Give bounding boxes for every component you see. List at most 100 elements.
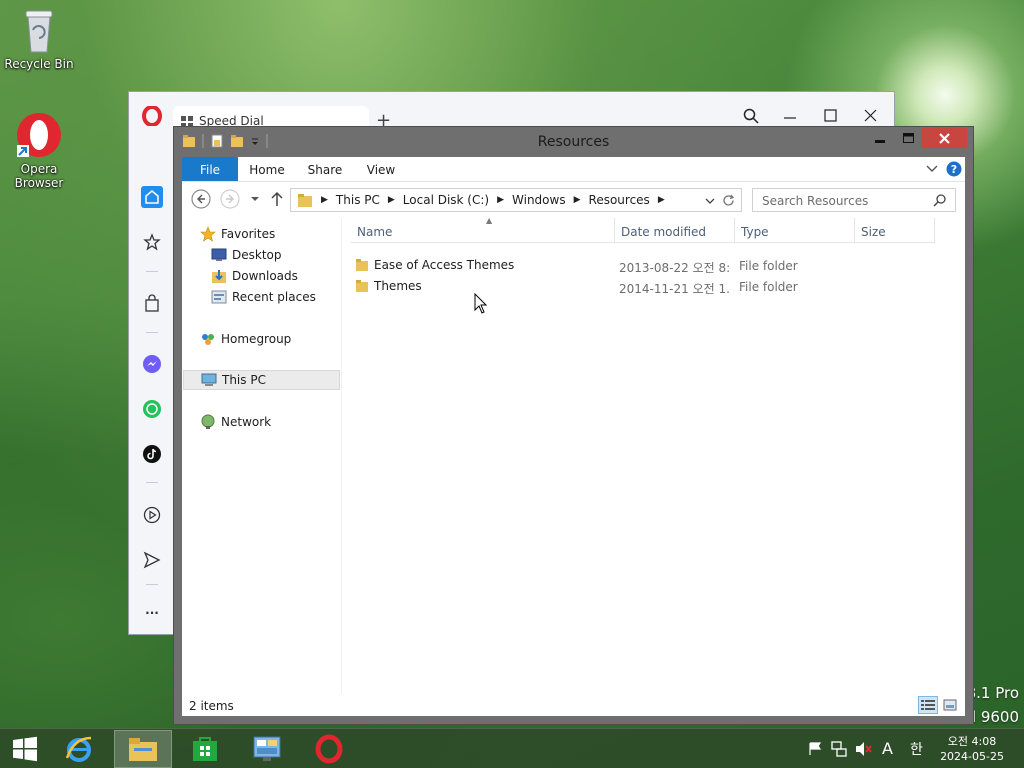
sidebar-tiktok[interactable] — [141, 443, 163, 465]
folder-icon — [298, 194, 312, 207]
taskbar-internet-explorer[interactable] — [50, 730, 108, 768]
breadcrumb-arrow-icon[interactable]: ▶ — [658, 195, 665, 205]
breadcrumb-arrow-icon[interactable]: ▶ — [497, 195, 504, 205]
nav-downloads-label: Downloads — [232, 269, 298, 283]
network-tray-icon[interactable] — [831, 741, 847, 757]
sidebar-bookmarks[interactable] — [141, 231, 163, 253]
clock-time: 오전 4:08 — [947, 735, 997, 748]
nav-favorites[interactable]: Favorites — [200, 224, 275, 244]
item-count: 2 items — [189, 699, 234, 713]
status-bar: 2 items — [182, 694, 965, 716]
breadcrumb-arrow-icon[interactable]: ▶ — [388, 195, 395, 205]
close-button[interactable] — [921, 128, 967, 148]
search-icon — [933, 194, 946, 207]
search-placeholder: Search Resources — [762, 194, 869, 208]
ime-mode-korean[interactable]: 한 — [910, 739, 923, 759]
sidebar-messenger[interactable] — [141, 353, 163, 375]
opera-sidebar: ··· — [129, 132, 175, 634]
taskbar-control-panel[interactable] — [238, 730, 296, 768]
address-dropdown-icon[interactable] — [705, 197, 715, 205]
send-icon — [143, 551, 161, 569]
tab-view[interactable]: View — [358, 157, 404, 181]
recycle-bin-desktop-icon[interactable]: Recycle Bin — [0, 6, 78, 71]
column-header-type[interactable]: Type — [735, 218, 855, 243]
nav-recent-places[interactable]: Recent places — [211, 287, 316, 307]
tab-home[interactable]: Home — [244, 157, 290, 181]
file-row[interactable]: Themes 2014-11-21 오전 1... File folder — [355, 276, 955, 296]
minimize-icon[interactable] — [783, 116, 797, 120]
back-button[interactable] — [191, 189, 211, 209]
sidebar-more[interactable]: ··· — [141, 602, 163, 624]
star-icon — [200, 226, 216, 242]
column-header-name[interactable]: ▲ Name — [351, 216, 615, 243]
this-pc-icon — [201, 373, 217, 386]
explorer-window[interactable]: Resources File Home Share View ? ▶ This … — [173, 126, 974, 725]
column-date-label: Date modified — [621, 225, 707, 239]
downloads-icon — [212, 270, 226, 283]
ime-mode-a[interactable]: A — [882, 739, 893, 758]
explorer-titlebar[interactable]: Resources — [174, 127, 973, 157]
control-panel-icon — [253, 736, 281, 761]
ribbon: File Home Share View ? — [182, 157, 965, 182]
nav-this-pc[interactable]: This PC — [183, 370, 340, 390]
search-icon[interactable] — [743, 108, 759, 124]
close-icon[interactable] — [864, 109, 877, 122]
nav-desktop[interactable]: Desktop — [211, 245, 282, 265]
store-icon — [193, 737, 217, 761]
large-icons-view-button[interactable] — [940, 696, 960, 714]
sidebar-whatsapp[interactable] — [141, 398, 163, 420]
nav-recent-places-label: Recent places — [232, 290, 316, 304]
action-center-flag-icon[interactable] — [808, 742, 822, 756]
sidebar-shopping[interactable] — [141, 292, 163, 314]
start-button[interactable] — [0, 730, 50, 768]
expand-ribbon-icon[interactable] — [926, 165, 938, 173]
navigation-pane: Favorites Desktop Downloads Recent place… — [182, 218, 342, 694]
column-header-date[interactable]: Date modified — [615, 218, 735, 243]
nav-this-pc-label: This PC — [222, 373, 266, 387]
breadcrumb-windows[interactable]: Windows — [512, 193, 566, 207]
sidebar-player[interactable] — [141, 504, 163, 526]
address-bar[interactable]: ▶ This PC ▶ Local Disk (C:) ▶ Windows ▶ … — [290, 188, 742, 212]
file-row[interactable]: Ease of Access Themes 2013-08-22 오전 8:..… — [355, 255, 955, 275]
breadcrumb-this-pc[interactable]: This PC — [336, 193, 380, 207]
maximize-button[interactable] — [895, 128, 921, 148]
taskbar-clock[interactable]: 오전 4:08 2024-05-25 — [940, 734, 1004, 764]
forward-button[interactable] — [220, 189, 240, 209]
column-header-size[interactable]: Size — [855, 218, 935, 243]
recent-locations-button[interactable] — [245, 189, 265, 209]
nav-homegroup[interactable]: Homegroup — [200, 329, 291, 349]
tab-share[interactable]: Share — [302, 157, 348, 181]
sidebar-send[interactable] — [141, 549, 163, 571]
up-arrow-icon — [271, 191, 283, 206]
svg-text:?: ? — [951, 163, 957, 176]
refresh-icon[interactable] — [722, 194, 735, 207]
breadcrumb-resources[interactable]: Resources — [589, 193, 650, 207]
opera-logo-icon[interactable] — [142, 106, 162, 126]
network-icon — [201, 414, 215, 429]
window-title: Resources — [537, 134, 610, 150]
taskbar-store[interactable] — [176, 730, 234, 768]
details-view-button[interactable] — [918, 696, 938, 714]
maximize-icon — [902, 133, 914, 143]
chevron-down-icon — [251, 197, 259, 201]
windows-watermark-line2: d 9600 — [966, 708, 1019, 726]
folder-icon — [356, 280, 368, 292]
sidebar-home[interactable] — [141, 186, 163, 208]
nav-network[interactable]: Network — [200, 412, 271, 432]
opera-desktop-icon[interactable]: Opera Browser — [0, 111, 78, 190]
help-icon[interactable]: ? — [946, 161, 962, 177]
search-box[interactable]: Search Resources — [752, 188, 956, 212]
minimize-button[interactable] — [867, 128, 893, 148]
taskbar-file-explorer[interactable] — [114, 730, 172, 768]
tab-file[interactable]: File — [182, 157, 238, 181]
breadcrumb-local-disk[interactable]: Local Disk (C:) — [403, 193, 489, 207]
volume-muted-icon[interactable] — [855, 741, 873, 757]
taskbar-opera[interactable] — [300, 730, 358, 768]
up-button[interactable] — [267, 189, 287, 209]
breadcrumb-arrow-icon[interactable]: ▶ — [321, 195, 328, 205]
messenger-icon — [143, 355, 161, 373]
recycle-bin-icon — [25, 10, 53, 53]
maximize-icon[interactable] — [824, 109, 837, 122]
nav-downloads[interactable]: Downloads — [211, 266, 298, 286]
breadcrumb-arrow-icon[interactable]: ▶ — [574, 195, 581, 205]
